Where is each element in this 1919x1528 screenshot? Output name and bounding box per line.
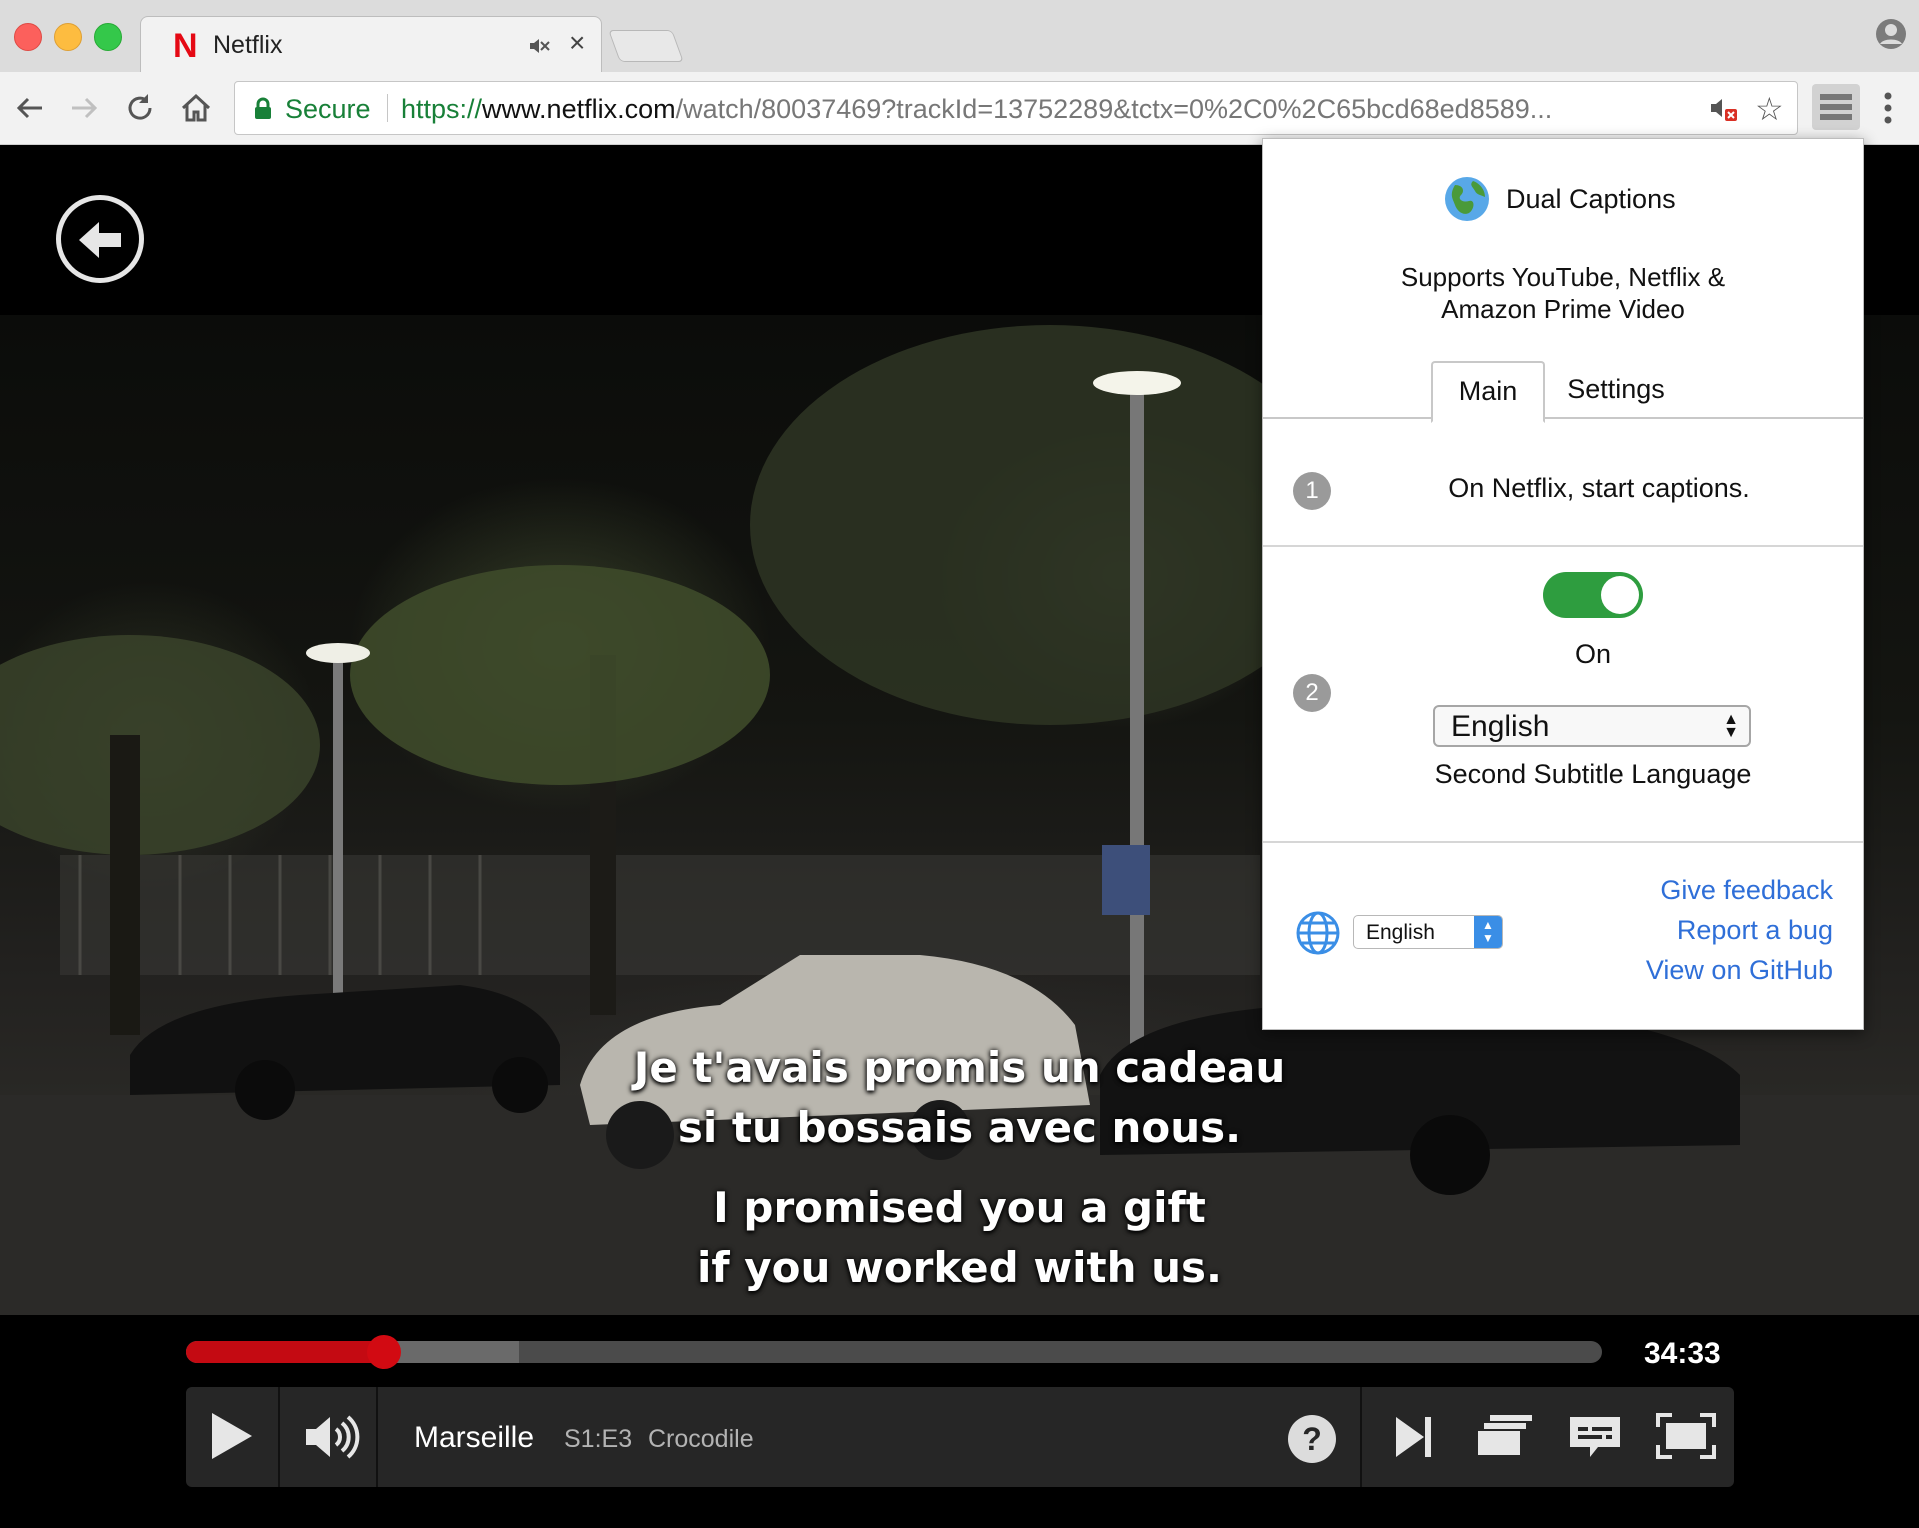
reload-icon[interactable]: [122, 90, 158, 126]
earth-globe-icon: [1443, 175, 1491, 228]
interface-language-value: English: [1366, 921, 1435, 944]
selected-language: English: [1451, 710, 1550, 743]
toggle-knob: [1601, 576, 1639, 614]
play-icon[interactable]: [210, 1411, 254, 1466]
subtitle-secondary-line-1: I promised you a gift: [713, 1183, 1206, 1232]
step-number-badge: 2: [1293, 674, 1331, 712]
volume-icon[interactable]: [304, 1413, 360, 1466]
subtitles-icon[interactable]: [1568, 1415, 1622, 1464]
toggle-state-label: On: [1574, 639, 1612, 669]
popup-description-line: Amazon Prime Video: [1441, 294, 1685, 324]
section-divider: [1263, 545, 1863, 547]
tab-muted-icon[interactable]: [527, 34, 551, 63]
tab-title: Netflix: [213, 31, 283, 59]
back-arrow-icon: [79, 222, 121, 258]
address-bar[interactable]: Secure https://www.netflix.com/watch/800…: [234, 81, 1798, 135]
episode-number: S1:E3: [564, 1425, 633, 1453]
dual-captions-popup: Dual Captions Supports YouTube, Netflix …: [1262, 138, 1864, 1030]
lock-icon: [253, 97, 273, 126]
time-remaining: 34:33: [1644, 1337, 1721, 1370]
language-globe-icon: [1295, 910, 1341, 961]
back-arrow-icon[interactable]: [12, 90, 48, 126]
popup-title: Dual Captions: [1506, 184, 1676, 214]
give-feedback-link[interactable]: Give feedback: [1660, 875, 1833, 906]
browser-toolbar: Secure https://www.netflix.com/watch/800…: [0, 72, 1919, 145]
new-tab-button[interactable]: [608, 30, 684, 62]
select-arrows-icon: ▲ ▼: [1474, 916, 1502, 948]
omnibox-divider: [387, 94, 388, 122]
interface-language-select[interactable]: English ▲ ▼: [1353, 915, 1503, 949]
fullscreen-icon[interactable]: [1656, 1413, 1716, 1464]
control-separator: [376, 1387, 378, 1487]
next-episode-icon[interactable]: [1394, 1415, 1434, 1464]
report-bug-link[interactable]: Report a bug: [1677, 915, 1833, 946]
url-path: /watch/80037469?trackId=13752289&tctx=0%…: [675, 94, 1553, 124]
menu-dots-icon[interactable]: [1882, 90, 1894, 131]
tab-close-icon[interactable]: ×: [569, 27, 585, 59]
secure-label[interactable]: Secure: [285, 94, 371, 125]
url-scheme: https://: [401, 94, 483, 124]
step1-instruction: On Netflix, start captions.: [1448, 473, 1750, 503]
window-zoom-button[interactable]: [94, 23, 122, 51]
second-subtitle-language-select[interactable]: English ▲ ▼: [1433, 705, 1751, 747]
subtitle-primary-line-1: Je t'avais promis un cadeau: [633, 1043, 1286, 1092]
captions-toggle[interactable]: [1543, 572, 1643, 618]
show-title: Marseille: [414, 1421, 535, 1454]
section-divider: [1263, 841, 1863, 843]
popup-description: Supports YouTube, Netflix & Amazon Prime…: [1263, 261, 1863, 325]
control-separator: [1360, 1387, 1362, 1487]
tab-main[interactable]: Main: [1431, 361, 1545, 423]
progress-scrubber[interactable]: [367, 1335, 402, 1369]
url-host: www.netflix.com: [482, 94, 676, 124]
tab-settings[interactable]: Settings: [1541, 361, 1691, 419]
control-separator: [278, 1387, 280, 1487]
player-control-bar: Marseille S1:E3 Crocodile ?: [186, 1387, 1734, 1487]
help-button[interactable]: ?: [1288, 1415, 1336, 1463]
netflix-favicon-icon: N: [173, 27, 198, 65]
language-select-caption: Second Subtitle Language: [1434, 759, 1752, 789]
window-close-button[interactable]: [14, 23, 42, 51]
tab-strip: N Netflix ×: [0, 0, 1919, 74]
window-minimize-button[interactable]: [54, 23, 82, 51]
subtitle-secondary-line-2: if you worked with us.: [696, 1243, 1223, 1292]
home-icon[interactable]: [178, 90, 214, 126]
browser-tab-netflix[interactable]: N Netflix ×: [140, 16, 602, 74]
progress-played: [186, 1341, 385, 1363]
view-on-github-link[interactable]: View on GitHub: [1646, 955, 1833, 986]
episode-title: Crocodile: [648, 1425, 754, 1453]
profile-icon[interactable]: [1875, 18, 1907, 55]
muted-speaker-icon[interactable]: [1709, 94, 1739, 127]
popup-description-line: Supports YouTube, Netflix &: [1400, 262, 1726, 292]
extension-icon[interactable]: [1812, 84, 1860, 130]
back-to-browse-button[interactable]: [56, 195, 144, 283]
episodes-list-icon[interactable]: [1476, 1413, 1534, 1464]
forward-arrow-icon[interactable]: [66, 90, 102, 126]
subtitle-primary-line-2: si tu bossais avec nous.: [677, 1103, 1242, 1152]
url-text[interactable]: https://www.netflix.com/watch/80037469?t…: [401, 94, 1552, 125]
star-icon[interactable]: ☆: [1755, 90, 1784, 128]
step-number-badge: 1: [1293, 472, 1331, 510]
select-arrows-icon: ▲ ▼: [1723, 711, 1739, 741]
